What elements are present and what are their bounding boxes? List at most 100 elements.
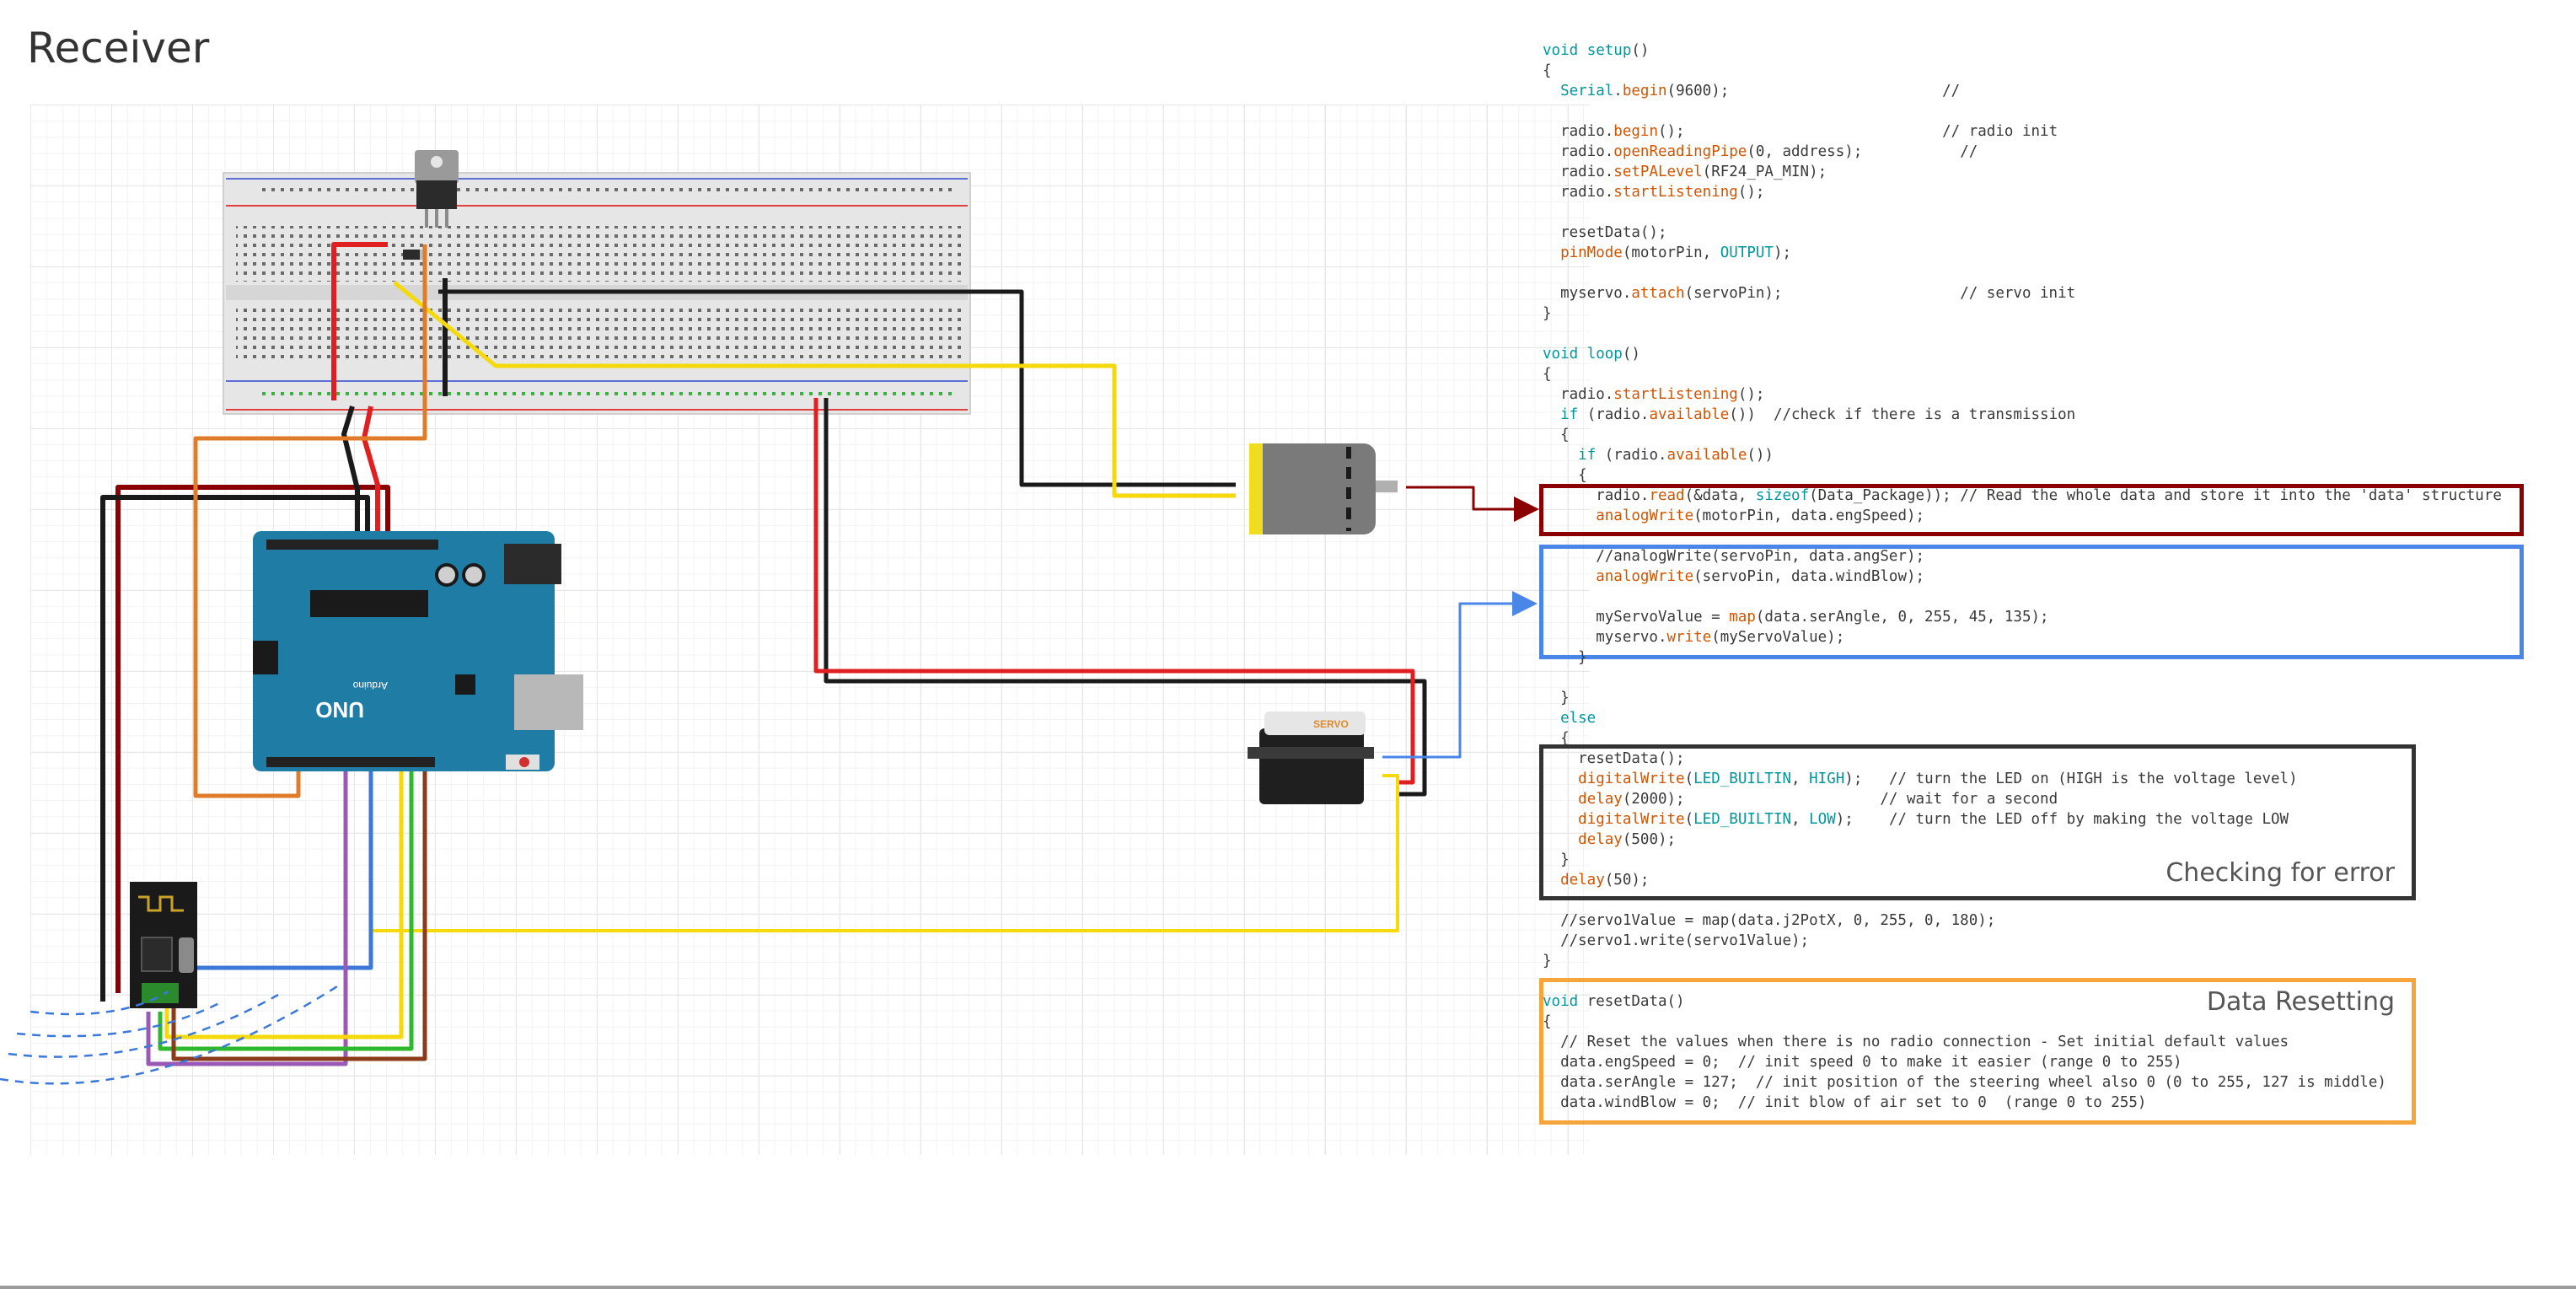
code-line: data.serAngle = 127; // init position of… bbox=[1543, 1072, 2554, 1093]
diode bbox=[403, 250, 425, 260]
nrf24-radio-module bbox=[130, 882, 197, 1008]
code-line: //analogWrite(servoPin, data.angSer); bbox=[1543, 546, 2554, 567]
code-token: begin bbox=[1622, 83, 1667, 99]
code-line: void resetData() bbox=[1543, 991, 2554, 1012]
code-token: digitalWrite bbox=[1578, 771, 1685, 787]
code-line: if (radio.available()) bbox=[1543, 445, 2554, 465]
arduino-code-listing: void setup(){ Serial.begin(9600); // rad… bbox=[1543, 40, 2554, 1113]
code-line: } bbox=[1543, 647, 2554, 668]
code-token: begin bbox=[1613, 123, 1658, 140]
code-token: (9600); // bbox=[1666, 83, 1961, 99]
code-line: void setup() bbox=[1543, 40, 2554, 61]
code-token: } bbox=[1543, 953, 1552, 969]
code-token: radio. bbox=[1543, 184, 1614, 201]
code-token: radio. bbox=[1543, 164, 1614, 180]
code-token: { bbox=[1543, 366, 1552, 383]
arduino-model-label: UNO bbox=[315, 697, 364, 722]
code-token: , bbox=[1791, 811, 1810, 828]
code-line: myservo.attach(servoPin); // servo init bbox=[1543, 283, 2554, 303]
code-line: digitalWrite(LED_BUILTIN, HIGH); // turn… bbox=[1543, 769, 2554, 789]
code-token: available bbox=[1666, 447, 1747, 464]
code-token: data.windBlow = 0; // init blow of air s… bbox=[1543, 1094, 2147, 1111]
bottom-border bbox=[0, 1286, 2576, 1289]
code-token: data.engSpeed = 0; // init speed 0 to ma… bbox=[1543, 1054, 2182, 1071]
code-token: setPALevel bbox=[1613, 164, 1703, 180]
code-token: } bbox=[1543, 690, 1570, 706]
code-token: ( bbox=[1684, 771, 1694, 787]
arduino-uno-board: UNO Arduino bbox=[253, 531, 583, 771]
code-token: startListening bbox=[1613, 386, 1738, 403]
code-line: if (radio.available()) //check if there … bbox=[1543, 405, 2554, 425]
code-token: (motorPin, bbox=[1622, 244, 1720, 261]
code-token: myservo. bbox=[1543, 629, 1667, 646]
code-line: } bbox=[1543, 688, 2554, 708]
code-line: delay(2000); // wait for a second bbox=[1543, 789, 2554, 809]
code-token: (radio. bbox=[1578, 406, 1650, 423]
code-token: //servo1Value = map(data.j2PotX, 0, 255,… bbox=[1543, 912, 1996, 929]
code-token: Serial bbox=[1560, 83, 1614, 99]
code-line: resetData(); bbox=[1543, 749, 2554, 769]
code-token: HIGH bbox=[1809, 771, 1845, 787]
code-line: { bbox=[1543, 465, 2554, 486]
code-token: ( bbox=[1684, 811, 1694, 828]
code-line: analogWrite(servoPin, data.windBlow); bbox=[1543, 567, 2554, 587]
code-token: delay bbox=[1578, 791, 1623, 808]
code-token: (radio. bbox=[1596, 447, 1667, 464]
code-token: (500); bbox=[1622, 831, 1677, 848]
code-token: myservo. bbox=[1543, 285, 1632, 302]
code-token: radio. bbox=[1543, 143, 1614, 160]
code-token: LOW bbox=[1809, 811, 1836, 828]
servo-label: SERVO bbox=[1313, 718, 1349, 730]
code-token: ); bbox=[1773, 244, 1792, 261]
code-line: radio.startListening(); bbox=[1543, 182, 2554, 202]
code-token: (myServoValue); bbox=[1711, 629, 1845, 646]
code-token: else bbox=[1560, 710, 1597, 727]
code-token: { bbox=[1543, 1013, 1552, 1030]
code-token: delay bbox=[1560, 872, 1605, 889]
code-line: { bbox=[1543, 364, 2554, 384]
code-line: data.engSpeed = 0; // init speed 0 to ma… bbox=[1543, 1052, 2554, 1072]
code-line: analogWrite(motorPin, data.engSpeed); bbox=[1543, 506, 2554, 526]
code-token: (); // radio init bbox=[1657, 123, 2058, 140]
code-token: (data.serAngle, 0, 255, 45, 135); bbox=[1755, 609, 2049, 626]
code-token: LED_BUILTIN bbox=[1693, 811, 1792, 828]
code-line: { bbox=[1543, 61, 2554, 81]
code-token: (2000); // wait for a second bbox=[1622, 791, 2058, 808]
code-token: () bbox=[1622, 346, 1640, 363]
code-token: . bbox=[1613, 83, 1623, 99]
code-token: (50); bbox=[1604, 872, 1650, 889]
code-token: { bbox=[1543, 730, 1570, 747]
code-line: // Reset the values when there is no rad… bbox=[1543, 1032, 2554, 1052]
code-line: Serial.begin(9600); // bbox=[1543, 81, 2554, 101]
code-token: ); // turn the LED on (HIGH is the volta… bbox=[1844, 771, 2298, 787]
code-token: () bbox=[1631, 42, 1650, 59]
code-token: } bbox=[1543, 305, 1552, 322]
code-token: radio. bbox=[1543, 386, 1614, 403]
code-token: attach bbox=[1631, 285, 1685, 302]
dc-motor bbox=[1249, 443, 1398, 534]
code-line: delay(500); bbox=[1543, 830, 2554, 850]
servo-motor: SERVO bbox=[1248, 712, 1374, 804]
code-line: } bbox=[1543, 303, 2554, 324]
code-token: analogWrite bbox=[1596, 508, 1694, 524]
code-token: radio. bbox=[1543, 487, 1650, 504]
code-token: void bbox=[1543, 993, 1579, 1010]
code-token: setup bbox=[1586, 42, 1632, 59]
code-token: //analogWrite(servoPin, data.angSer); bbox=[1543, 548, 1925, 565]
code-token: pinMode bbox=[1560, 244, 1623, 261]
code-token: startListening bbox=[1613, 184, 1738, 201]
code-token: read bbox=[1649, 487, 1685, 504]
